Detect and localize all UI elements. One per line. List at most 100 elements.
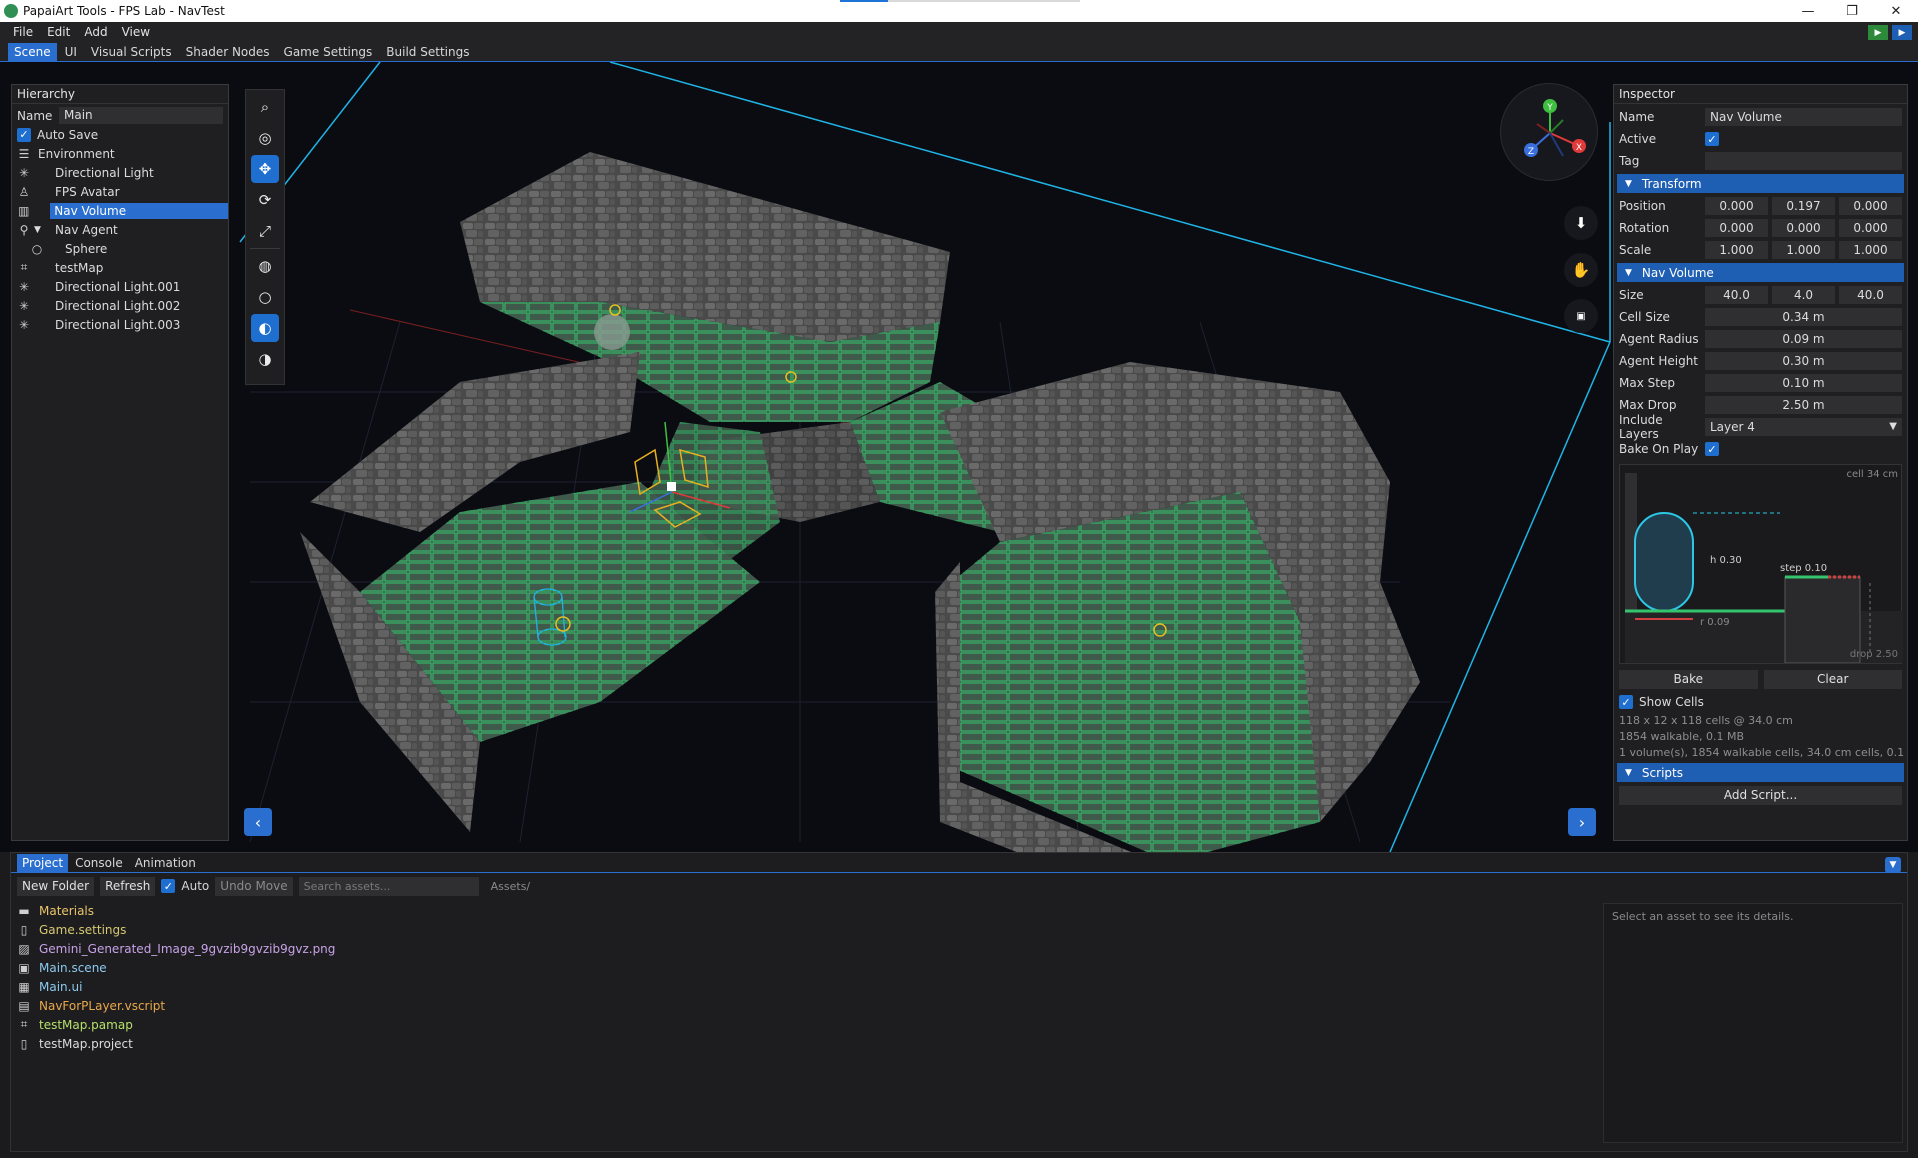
clear-button[interactable]: Clear <box>1763 670 1902 689</box>
menu-add[interactable]: Add <box>77 25 114 39</box>
tab-animation[interactable]: Animation <box>130 854 201 872</box>
hierarchy-item[interactable]: ✳ Directional Light.002 <box>12 296 228 315</box>
hierarchy-item[interactable]: ▥ Nav Volume <box>12 201 228 220</box>
tag-field[interactable] <box>1705 152 1902 170</box>
size-x-field[interactable]: 40.0 <box>1705 286 1768 304</box>
asset-item[interactable]: ▤ NavForPLayer.vscript <box>17 996 335 1015</box>
sphere-object[interactable] <box>594 314 630 350</box>
rotation-z-field[interactable]: 0.000 <box>1839 219 1902 237</box>
drop-to-floor-icon[interactable]: ⬇ <box>1564 206 1598 240</box>
scale-tool-icon[interactable]: ⤢ <box>251 217 279 245</box>
position-z-field[interactable]: 0.000 <box>1839 197 1902 215</box>
scripts-section[interactable]: ▼ Scripts <box>1617 763 1904 782</box>
minimize-button[interactable]: — <box>1786 0 1830 22</box>
max-step-field[interactable]: 0.10 m <box>1705 374 1902 392</box>
scale-x-field[interactable]: 1.000 <box>1705 241 1768 259</box>
show-cells-checkbox[interactable]: ✓ <box>1619 695 1633 709</box>
move-tool-icon[interactable]: ✥ <box>251 155 279 183</box>
hierarchy-item[interactable]: ⌗ testMap <box>12 258 228 277</box>
asset-item[interactable]: ▦ Main.ui <box>17 977 335 996</box>
position-y-field[interactable]: 0.197 <box>1772 197 1835 215</box>
tab-scene[interactable]: Scene <box>8 42 57 61</box>
asset-item[interactable]: ▨ Gemini_Generated_Image_9gvzib9gvzib9gvz… <box>17 939 335 958</box>
active-checkbox[interactable]: ✓ <box>1705 132 1719 146</box>
tab-visual-scripts[interactable]: Visual Scripts <box>85 43 178 61</box>
asset-item[interactable]: ▬ Materials <box>17 901 335 920</box>
global-space-icon[interactable]: ◍ <box>251 252 279 280</box>
agent-height-field[interactable]: 0.30 m <box>1705 352 1902 370</box>
collapse-panel-button[interactable]: ▼ <box>1885 857 1901 873</box>
add-script-button[interactable]: Add Script... <box>1619 786 1902 805</box>
collapse-left-button[interactable]: ‹ <box>244 808 272 836</box>
expand-arrow-icon[interactable]: ▼ <box>34 225 51 235</box>
rotation-y-field[interactable]: 0.000 <box>1772 219 1835 237</box>
axis-gizmo[interactable]: Y X Z <box>1500 83 1598 181</box>
asset-item[interactable]: ▯ testMap.project <box>17 1034 335 1053</box>
transform-section[interactable]: ▼ Transform <box>1617 174 1904 193</box>
position-x-field[interactable]: 0.000 <box>1705 197 1768 215</box>
bake-button[interactable]: Bake <box>1619 670 1758 689</box>
tab-game-settings[interactable]: Game Settings <box>278 43 379 61</box>
hierarchy-item[interactable]: ☰ Environment <box>12 144 228 163</box>
chevron-down-icon: ▼ <box>1889 421 1897 432</box>
size-y-field[interactable]: 4.0 <box>1772 286 1835 304</box>
tag-label: Tag <box>1619 154 1640 168</box>
bake-on-play-checkbox[interactable]: ✓ <box>1705 442 1719 456</box>
asset-name: testMap.project <box>39 1036 133 1051</box>
undo-move-button[interactable]: Undo Move <box>215 876 293 896</box>
max-drop-field[interactable]: 2.50 m <box>1705 396 1902 414</box>
viewport-toolbar: ⌕ ◎ ✥ ⟳ ⤢ ◍ ○ ◐ ◑ <box>245 89 285 385</box>
search-assets-input[interactable]: Search assets... <box>298 876 479 896</box>
tab-console[interactable]: Console <box>70 854 128 872</box>
solid-shading-icon[interactable]: ◐ <box>251 314 279 342</box>
cell-size-field[interactable]: 0.34 m <box>1705 308 1902 326</box>
agent-radius-field[interactable]: 0.09 m <box>1705 330 1902 348</box>
nav-volume-icon: ▥ <box>18 203 30 218</box>
size-z-field[interactable]: 40.0 <box>1839 286 1902 304</box>
menu-file[interactable]: File <box>6 25 40 39</box>
play-button[interactable]: ▶ <box>1868 25 1888 40</box>
scale-y-field[interactable]: 1.000 <box>1772 241 1835 259</box>
file-icon: ▯ <box>20 922 28 937</box>
auto-save-checkbox[interactable]: ✓ <box>17 127 31 142</box>
hand-pan-icon[interactable]: ✋ <box>1564 253 1598 287</box>
hierarchy-item[interactable]: ♙ FPS Avatar <box>12 182 228 201</box>
tab-shader-nodes[interactable]: Shader Nodes <box>180 43 276 61</box>
scale-z-field[interactable]: 1.000 <box>1839 241 1902 259</box>
include-layers-select[interactable]: Layer 4 ▼ <box>1705 418 1902 436</box>
nav-info-cells: 118 x 12 x 118 cells @ 34.0 cm <box>1619 714 1793 727</box>
rotation-x-field[interactable]: 0.000 <box>1705 219 1768 237</box>
asset-item[interactable]: ⌗ testMap.pamap <box>17 1015 335 1034</box>
hierarchy-item-label: testMap <box>55 260 104 275</box>
hierarchy-item[interactable]: ✳ Directional Light.001 <box>12 277 228 296</box>
object-name-field[interactable]: Nav Volume <box>1705 108 1902 126</box>
select-tool-icon[interactable]: ◎ <box>251 124 279 152</box>
collapse-right-button[interactable]: › <box>1568 808 1596 836</box>
hierarchy-item[interactable]: ✳ Directional Light <box>12 163 228 182</box>
new-folder-button[interactable]: New Folder <box>17 876 95 896</box>
menu-view[interactable]: View <box>115 25 157 39</box>
close-button[interactable]: ✕ <box>1874 0 1918 22</box>
position-label: Position <box>1619 199 1666 213</box>
menu-edit[interactable]: Edit <box>40 25 77 39</box>
auto-checkbox[interactable]: ✓ <box>161 879 176 893</box>
tab-ui[interactable]: UI <box>59 43 83 61</box>
asset-list: ▬ Materials ▯ Game.settings ▨ Gemini_Generate… <box>17 901 335 1053</box>
nav-volume-section[interactable]: ▼ Nav Volume <box>1617 263 1904 282</box>
rotate-tool-icon[interactable]: ⟳ <box>251 186 279 214</box>
zoom-tool-icon[interactable]: ⌕ <box>251 93 279 121</box>
asset-item[interactable]: ▣ Main.scene <box>17 958 335 977</box>
view-2d-icon[interactable]: ▣ <box>1564 299 1598 333</box>
tab-project[interactable]: Project <box>17 853 69 872</box>
hierarchy-item[interactable]: ⚲ ▼ Nav Agent <box>12 220 228 239</box>
render-shading-icon[interactable]: ◑ <box>251 345 279 373</box>
hierarchy-item[interactable]: ✳ Directional Light.003 <box>12 315 228 334</box>
asset-item[interactable]: ▯ Game.settings <box>17 920 335 939</box>
refresh-button[interactable]: Refresh <box>100 876 156 896</box>
tab-build-settings[interactable]: Build Settings <box>380 43 475 61</box>
scene-name-field[interactable]: Main <box>59 107 223 124</box>
wireframe-shading-icon[interactable]: ○ <box>251 283 279 311</box>
hierarchy-item[interactable]: ○ Sphere <box>12 239 228 258</box>
maximize-button[interactable]: ❐ <box>1830 0 1874 22</box>
play-alt-button[interactable]: ▶ <box>1892 25 1912 40</box>
